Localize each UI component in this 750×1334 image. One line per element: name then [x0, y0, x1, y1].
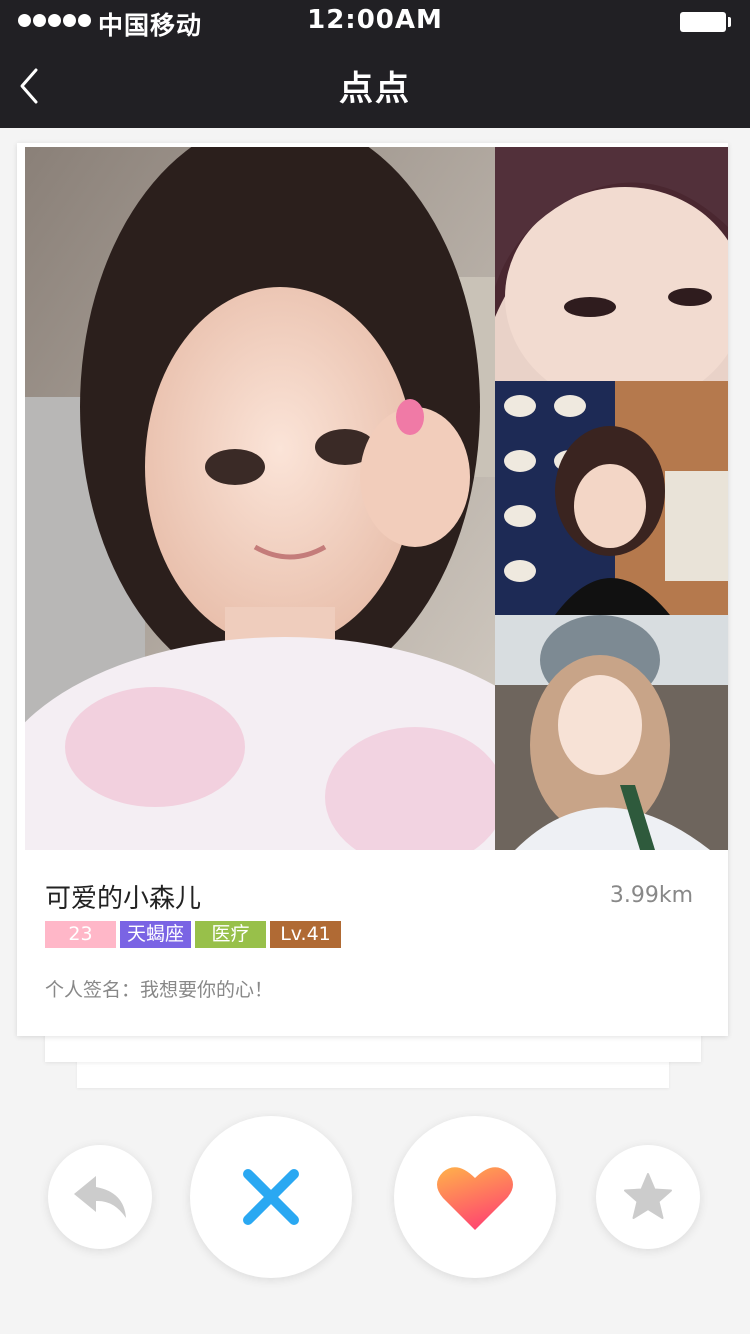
- navigation-bar: 点点: [0, 44, 750, 128]
- tag-age: 23: [45, 921, 116, 948]
- profile-photo-main[interactable]: [25, 147, 495, 850]
- profile-photo-thumb-3[interactable]: [495, 615, 728, 850]
- profile-photo-thumb-1[interactable]: [495, 147, 728, 381]
- battery-tip: [728, 17, 731, 27]
- page-title: 点点: [339, 69, 411, 109]
- profile-tags: 23 天蝎座 医疗 Lv.41: [45, 921, 341, 948]
- dislike-button[interactable]: [190, 1116, 352, 1278]
- tag-job: 医疗: [195, 921, 266, 948]
- heart-icon: [437, 1167, 513, 1230]
- undo-button[interactable]: [48, 1145, 152, 1249]
- undo-arrow-icon: [74, 1176, 126, 1218]
- profile-card[interactable]: 可爱的小森儿 3.99km 23 天蝎座 医疗 Lv.41 个人签名：我想要你的…: [17, 143, 728, 1036]
- star-icon: [624, 1173, 672, 1219]
- tag-level: Lv.41: [270, 921, 341, 948]
- status-bar: 中国移动 12:00AM: [0, 0, 750, 44]
- like-button[interactable]: [394, 1116, 556, 1278]
- battery-icon: [680, 12, 726, 32]
- profile-distance: 3.99km: [609, 883, 693, 908]
- profile-photo-thumb-2[interactable]: [495, 381, 728, 615]
- profile-signature: 个人签名：我想要你的心！: [45, 979, 274, 1001]
- status-time: 12:00AM: [307, 5, 443, 35]
- star-button[interactable]: [596, 1145, 700, 1249]
- x-icon: [243, 1169, 299, 1225]
- profile-name: 可爱的小森儿: [45, 884, 202, 914]
- tag-zodiac: 天蝎座: [120, 921, 191, 948]
